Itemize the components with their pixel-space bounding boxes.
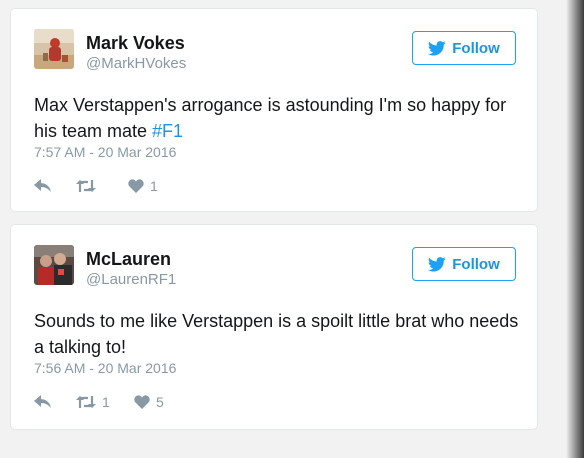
like-button[interactable]: 1 xyxy=(128,178,158,194)
twitter-bird-icon xyxy=(428,40,446,56)
tweet-text: Sounds to me like Verstappen is a spoilt… xyxy=(34,308,524,360)
author-handle[interactable]: @MarkHVokes xyxy=(86,55,186,72)
retweet-icon xyxy=(76,179,96,193)
like-count: 1 xyxy=(150,178,158,194)
avatar[interactable] xyxy=(34,245,74,285)
tweet-timestamp[interactable]: 7:57 AM - 20 Mar 2016 xyxy=(34,144,176,160)
author-name[interactable]: McLauren xyxy=(86,249,171,270)
tweet-actions: 1 xyxy=(34,176,158,196)
tweet-card: McLauren @LaurenRF1 Follow Sounds to me … xyxy=(10,224,538,430)
like-count: 5 xyxy=(156,394,164,410)
follow-label: Follow xyxy=(452,39,500,57)
tweet-text: Max Verstappen's arrogance is astounding… xyxy=(34,92,524,144)
avatar[interactable] xyxy=(34,29,74,69)
reply-icon xyxy=(34,179,52,193)
page-edge-shadow xyxy=(544,0,584,458)
retweet-count: 1 xyxy=(102,394,110,410)
tweet-card: Mark Vokes @MarkHVokes Follow Max Versta… xyxy=(10,8,538,212)
like-button[interactable]: 5 xyxy=(134,394,164,410)
tweet-text-body: Sounds to me like Verstappen is a spoilt… xyxy=(34,311,519,357)
heart-icon xyxy=(128,179,144,193)
author-handle[interactable]: @LaurenRF1 xyxy=(86,271,176,288)
tweet-text-body: Max Verstappen's arrogance is astounding… xyxy=(34,95,507,141)
retweet-icon xyxy=(76,395,96,409)
retweet-button[interactable] xyxy=(76,179,128,193)
tweet-actions: 1 5 xyxy=(34,392,164,412)
follow-button[interactable]: Follow xyxy=(412,247,516,281)
hashtag-link[interactable]: #F1 xyxy=(152,121,183,141)
reply-icon xyxy=(34,395,52,409)
follow-label: Follow xyxy=(452,255,500,273)
reply-button[interactable] xyxy=(34,395,76,409)
tweet-timestamp[interactable]: 7:56 AM - 20 Mar 2016 xyxy=(34,360,176,376)
reply-button[interactable] xyxy=(34,179,76,193)
retweet-button[interactable]: 1 xyxy=(76,394,134,410)
follow-button[interactable]: Follow xyxy=(412,31,516,65)
author-name[interactable]: Mark Vokes xyxy=(86,33,185,54)
twitter-bird-icon xyxy=(428,256,446,272)
heart-icon xyxy=(134,395,150,409)
